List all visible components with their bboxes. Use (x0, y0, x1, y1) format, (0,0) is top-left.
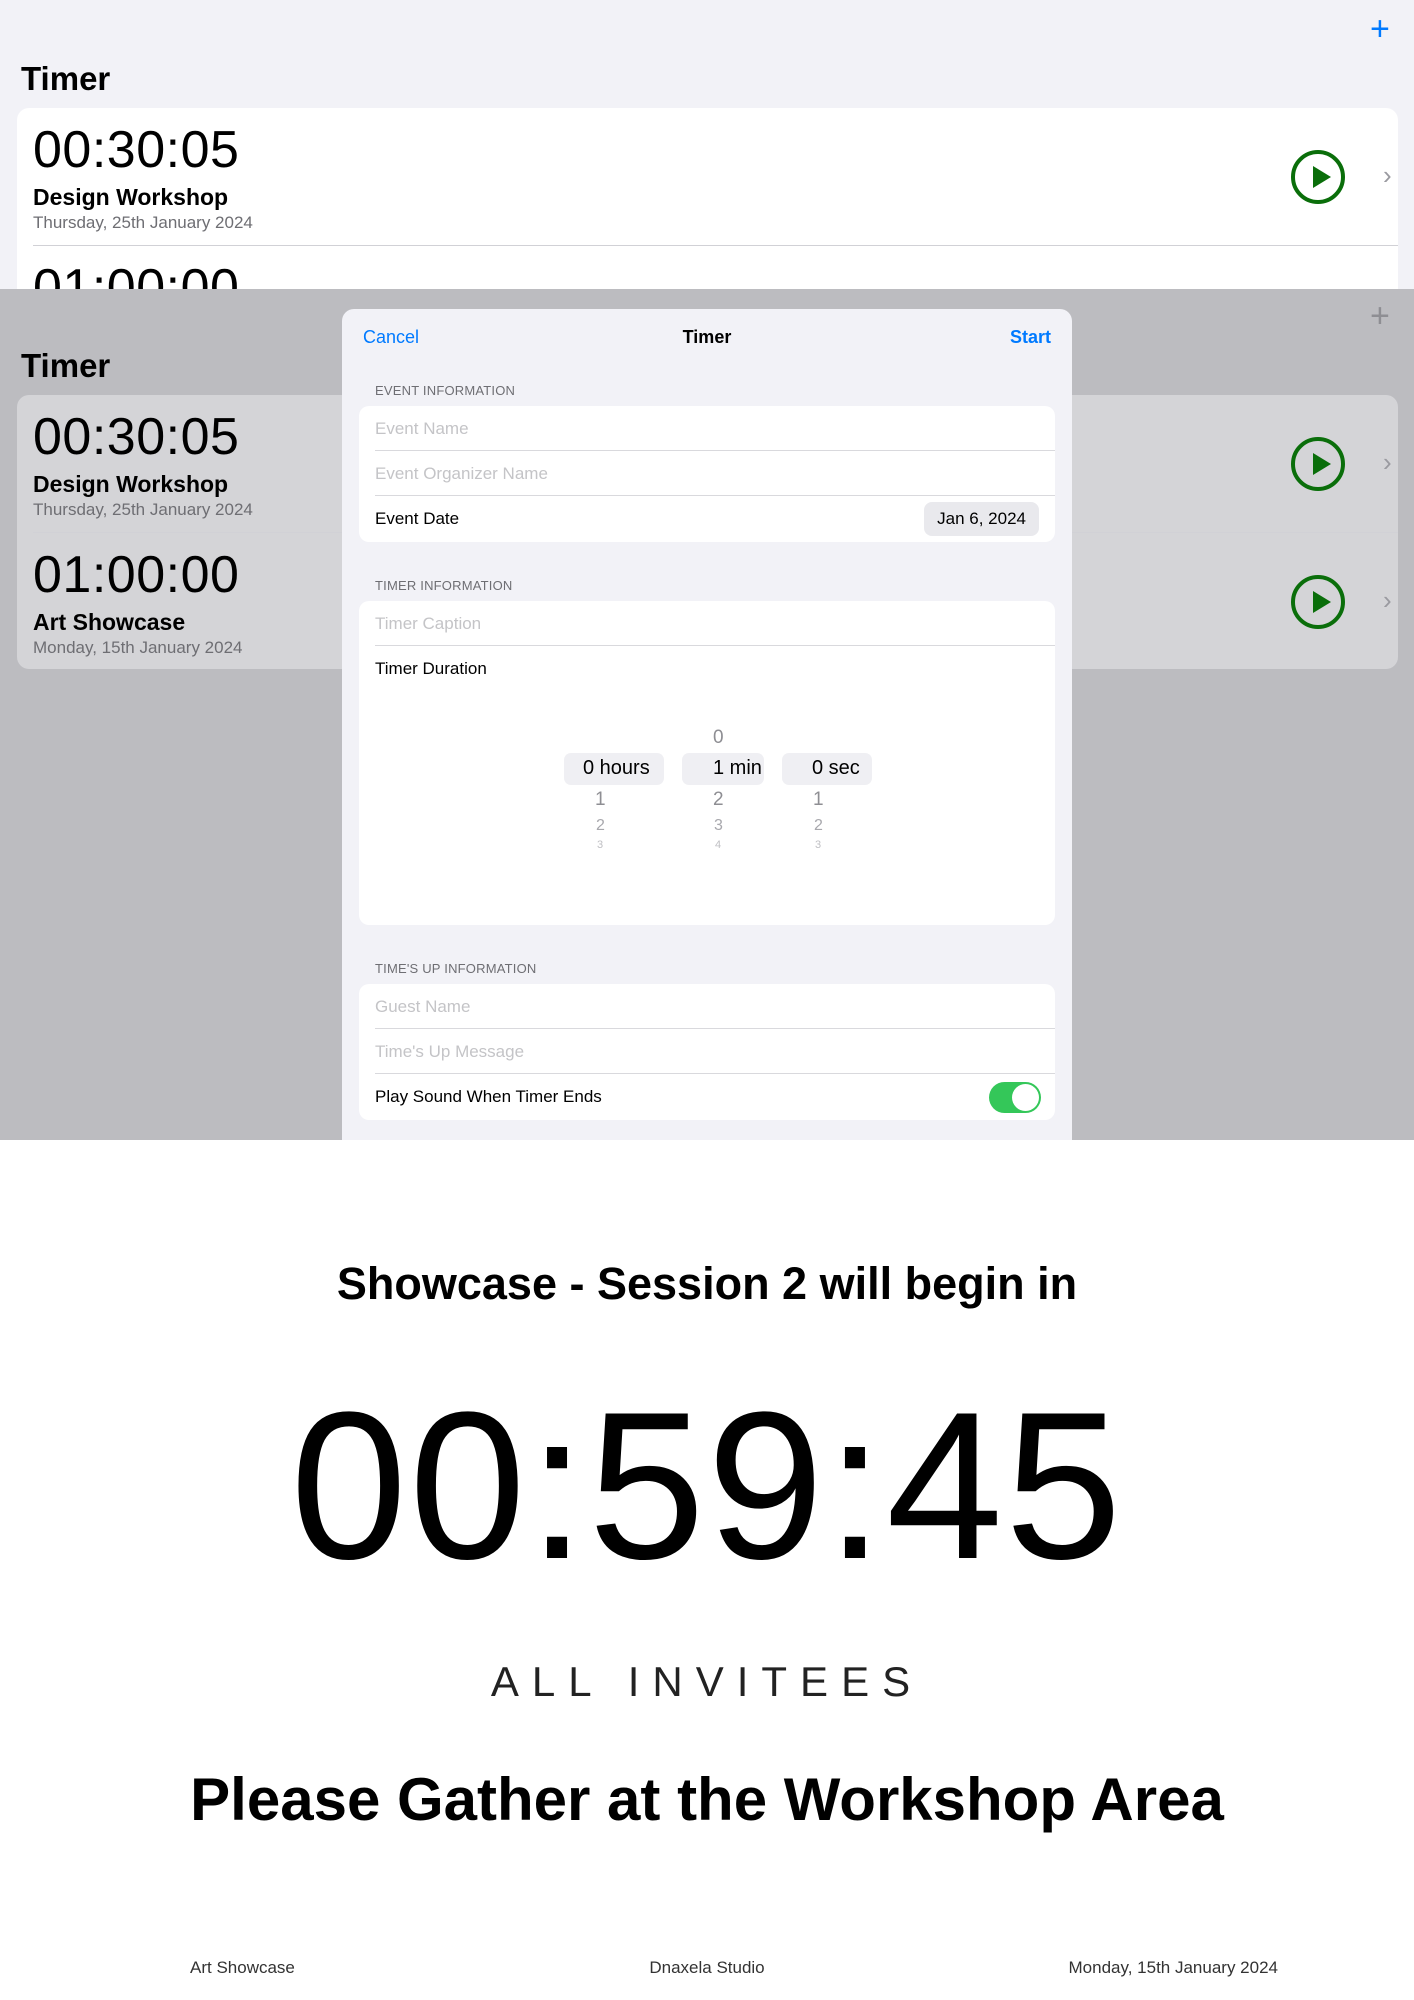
timer-event-date: Thursday, 25th January 2024 (33, 213, 253, 232)
chevron-right-icon[interactable]: › (1383, 160, 1392, 191)
event-name-field[interactable]: Event Name (359, 406, 1055, 451)
hours-option: 3 (597, 839, 604, 851)
timer-info-group: Timer Caption Timer Duration 0 hours 1 2… (359, 601, 1055, 925)
seconds-option: 3 (815, 839, 822, 851)
minutes-option: 0 (713, 727, 724, 748)
add-timer-icon: + (1370, 297, 1390, 335)
new-timer-sheet: Cancel Timer Start EVENT INFORMATION Eve… (342, 309, 1072, 1140)
duration-picker[interactable]: 0 hours 1 2 3 0 1 min 2 3 4 0 sec 1 2 3 (359, 701, 1055, 861)
event-name-placeholder: Event Name (375, 419, 469, 438)
timer-duration: 01:00:00 (33, 259, 240, 289)
footer-event-date: Monday, 15th January 2024 (1068, 1958, 1279, 1977)
seconds-selected: 0 sec (812, 757, 860, 779)
timer-event-name: Art Showcase (33, 609, 186, 635)
timer-caption-field[interactable]: Timer Caption (359, 601, 1055, 646)
event-info-group: Event Name Event Organizer Name Event Da… (359, 406, 1055, 542)
organizer-placeholder: Event Organizer Name (375, 464, 548, 483)
page-title: Timer (21, 60, 111, 97)
guest-name-field[interactable]: Guest Name (359, 984, 1055, 1029)
chevron-right-icon: › (1383, 585, 1392, 615)
timer-event-name: Design Workshop (33, 471, 229, 497)
hours-option: 1 (595, 789, 606, 810)
guest-name: ALL INVITEES (490, 1658, 924, 1705)
minutes-option: 2 (713, 789, 724, 810)
timer-duration: 01:00:00 (33, 546, 240, 604)
timer-list-screen: + Timer 00:30:05 Design Workshop Thursda… (0, 0, 1414, 289)
event-date-row: Event Date Jan 6, 2024 (359, 496, 1055, 541)
timer-event-date: Monday, 15th January 2024 (33, 638, 243, 657)
new-timer-screen: + Timer 00:30:05 Design Workshop Thursda… (0, 289, 1414, 1140)
page-title: Timer (21, 347, 111, 384)
minutes-selected: 1 min (713, 757, 762, 779)
sound-toggle[interactable] (989, 1082, 1041, 1113)
guest-name-placeholder: Guest Name (375, 997, 471, 1016)
timer-caption: Showcase - Session 2 will begin in (336, 1258, 1078, 1309)
timer-duration: 00:30:05 (33, 121, 240, 179)
event-date-label: Event Date (375, 509, 460, 528)
caption-placeholder: Timer Caption (375, 614, 482, 633)
play-icon (1291, 575, 1345, 629)
timesup-info-group: Guest Name Time's Up Message Play Sound … (359, 984, 1055, 1120)
duration-row: Timer Duration (359, 646, 1055, 691)
seconds-option: 1 (813, 789, 824, 810)
hours-selected: 0 hours (583, 757, 650, 779)
timer-list: 00:30:05 Design Workshop Thursday, 25th … (17, 108, 1398, 289)
sheet-navbar: Cancel Timer Start (342, 309, 1072, 367)
section-header: EVENT INFORMATION (375, 383, 516, 398)
minutes-option: 3 (714, 817, 723, 834)
timer-duration: 00:30:05 (33, 408, 240, 466)
section-header: TIMER INFORMATION (375, 578, 513, 593)
hours-option: 2 (596, 817, 605, 834)
running-timer-screen: Showcase - Session 2 will begin in 00:59… (0, 1140, 1414, 2000)
timesup-message: Please Gather at the Workshop Area (190, 1766, 1224, 1833)
sound-row: Play Sound When Timer Ends (359, 1074, 1055, 1119)
event-date-picker[interactable]: Jan 6, 2024 (924, 502, 1039, 536)
organizer-name-field[interactable]: Event Organizer Name (359, 451, 1055, 496)
chevron-right-icon: › (1383, 447, 1392, 477)
add-timer-icon[interactable]: + (1370, 12, 1390, 46)
start-button[interactable]: Start (1010, 327, 1051, 348)
sheet-title: Timer (682, 327, 732, 347)
section-header: TIME'S UP INFORMATION (375, 961, 537, 976)
sound-label: Play Sound When Timer Ends (375, 1087, 602, 1106)
timer-event-date: Thursday, 25th January 2024 (33, 500, 253, 519)
duration-label: Timer Duration (375, 659, 487, 678)
message-placeholder: Time's Up Message (375, 1042, 525, 1061)
timer-event-name: Design Workshop (33, 184, 229, 210)
timer-row[interactable]: 01:00:00 (17, 246, 1398, 289)
play-icon (1291, 437, 1345, 491)
minutes-option: 4 (715, 839, 722, 851)
countdown-display: 00:59:45 (290, 1368, 1124, 1603)
seconds-option: 2 (814, 817, 823, 834)
play-icon[interactable] (1291, 150, 1345, 204)
timesup-message-field[interactable]: Time's Up Message (359, 1029, 1055, 1074)
timer-row[interactable]: 00:30:05 Design Workshop Thursday, 25th … (17, 108, 1398, 245)
